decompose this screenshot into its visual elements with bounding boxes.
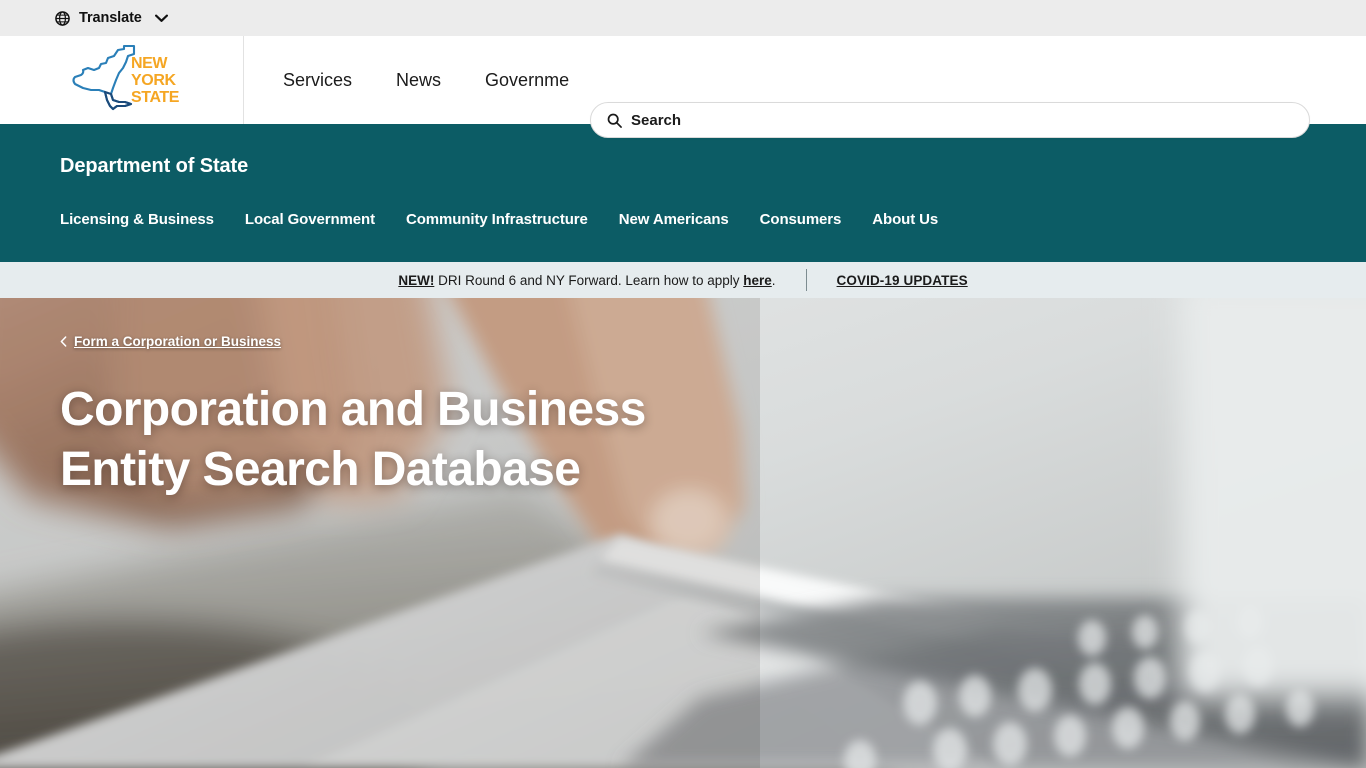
agency-title: Department of State [60,155,249,177]
agency-nav: Licensing & Business Local Government Co… [60,211,1366,228]
globe-icon [55,10,70,26]
covid-updates-link[interactable]: COVID-19 UPDATES [837,273,968,288]
global-nav-item-news[interactable]: News [396,71,441,89]
ny-state-logo-link[interactable]: NEW YORK STATE [0,36,244,124]
search-input[interactable] [631,103,1293,137]
agency-nav-item-consumers[interactable]: Consumers [760,211,842,228]
alert-new-badge[interactable]: NEW! [398,273,434,288]
svg-text:YORK: YORK [131,72,176,89]
global-nav-item-services[interactable]: Services [283,71,352,89]
chevron-down-icon [151,14,168,23]
global-nav: Services News Governme [244,71,569,89]
agency-nav-item-licensing-business[interactable]: Licensing & Business [60,211,214,228]
site-search[interactable] [590,102,1310,138]
hero-content: Form a Corporation or Business Corporati… [60,334,700,500]
chevron-left-icon [60,336,67,347]
translate-button[interactable]: Translate [55,10,168,26]
agency-nav-item-new-americans[interactable]: New Americans [619,211,729,228]
translate-label: Translate [79,10,142,26]
search-icon [607,113,622,128]
alert-message-text: DRI Round 6 and NY Forward. Learn how to… [434,272,744,288]
ny-state-logo-icon: NEW YORK STATE [61,44,183,116]
hero-banner: Form a Corporation or Business Corporati… [0,298,1366,768]
global-nav-item-government[interactable]: Governme [485,71,569,89]
alert-strip: NEW! DRI Round 6 and NY Forward. Learn h… [0,262,1366,298]
agency-nav-item-about-us[interactable]: About Us [872,211,938,228]
agency-nav-item-community-infrastructure[interactable]: Community Infrastructure [406,211,588,228]
alert-divider [805,269,807,291]
page-title: Corporation and Business Entity Search D… [60,383,646,496]
breadcrumb-back-link[interactable]: Form a Corporation or Business [60,334,281,349]
agency-nav-item-local-government[interactable]: Local Government [245,211,375,228]
agency-band: Department of State Licensing & Business… [0,124,1366,262]
alert-message-period: . [771,272,776,288]
breadcrumb-label: Form a Corporation or Business [74,334,282,349]
alert-here-link[interactable]: here [743,273,772,288]
top-utility-bar: Translate [0,0,1366,36]
svg-text:NEW: NEW [131,55,168,72]
alert-message: NEW! DRI Round 6 and NY Forward. Learn h… [398,273,775,288]
svg-text:STATE: STATE [131,89,180,106]
site-masthead: NEW YORK STATE Services News Governme [0,36,1366,138]
